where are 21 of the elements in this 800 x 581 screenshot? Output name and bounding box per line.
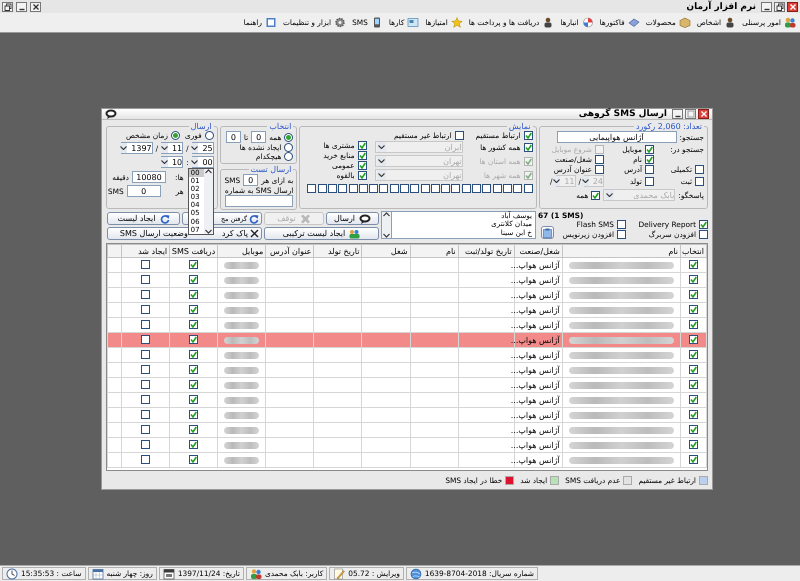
table-cell: آژانس هواپ... [510, 320, 560, 330]
table-cell: آژانس هواپ... [510, 410, 560, 420]
table-cell: آژانس هواپ... [510, 456, 560, 464]
table-cell: آژانس هواپ... [510, 260, 560, 270]
table-cell: آژانس هواپ... [510, 380, 560, 390]
table-cell: آژانس هواپ... [510, 366, 560, 374]
table-cell: آژانس هواپ... [510, 440, 560, 450]
group-title: نمایش [508, 122, 532, 131]
table-cell: آژانس هواپ... [510, 426, 560, 434]
group-title: تعداد: 2,060 رکورد [635, 122, 703, 131]
table-cell: آژانس هواپ... [510, 306, 560, 314]
group-title: ارسال تست [250, 165, 292, 174]
window-title: نرم افزار آرمان [686, 2, 756, 12]
dialog-title: ارسال SMS گروهی [578, 109, 667, 119]
group-title: انتخاب [268, 122, 292, 131]
table-cell: آژانس هواپ... [510, 350, 560, 360]
table-cell: آژانس هواپ... [510, 290, 560, 300]
group-title: ارسال [190, 122, 213, 131]
table-cell: آژانس هواپ... [510, 336, 560, 344]
table-cell: آژانس هواپ... [510, 276, 560, 284]
table-cell: آژانس هواپ... [510, 396, 560, 404]
